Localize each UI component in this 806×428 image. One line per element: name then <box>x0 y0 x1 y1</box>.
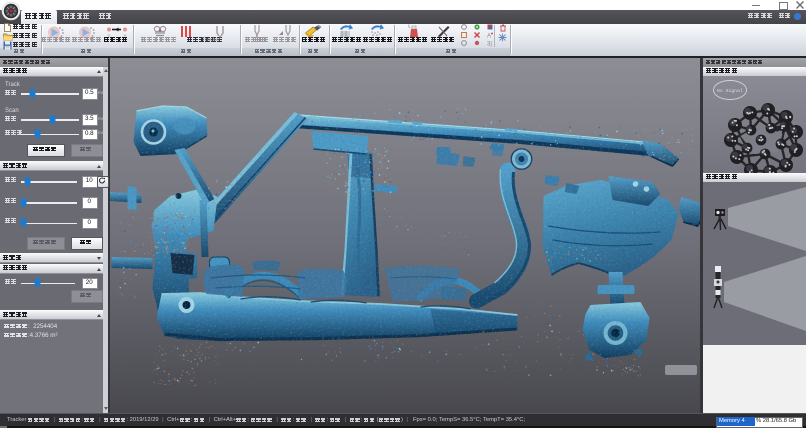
svg-text:A: A <box>487 34 491 40</box>
svg-text:3|: 3| <box>487 41 492 47</box>
svg-text:No Signal: No Signal <box>717 88 743 94</box>
